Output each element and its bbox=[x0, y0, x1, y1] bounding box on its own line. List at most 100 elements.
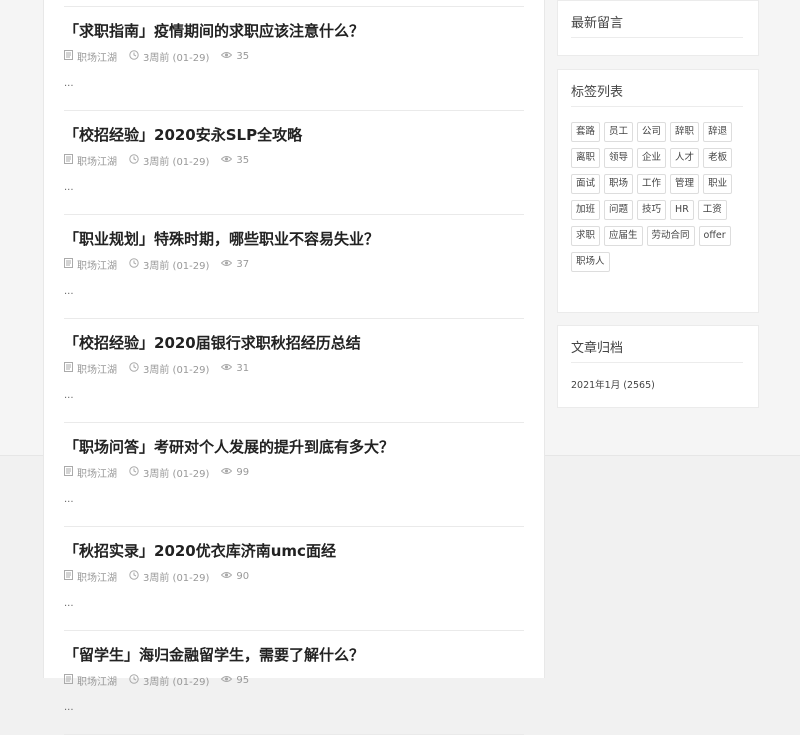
tag-link[interactable]: 老板 bbox=[703, 148, 733, 168]
eye-icon bbox=[221, 467, 236, 478]
post-item: 「留学生」海归金融留学生，需要了解什么？ 职场江湖 3周前 (01-29) 95... bbox=[64, 630, 524, 735]
post-item: 「校招经验」2020安永SLP全攻略职场江湖 3周前 (01-29) 35... bbox=[64, 110, 524, 215]
post-date-label: 3周前 (01-29) bbox=[143, 572, 210, 584]
post-date-label: 3周前 (01-29) bbox=[143, 156, 210, 168]
tag-link[interactable]: 管理 bbox=[670, 174, 700, 194]
post-date-label: 3周前 (01-29) bbox=[143, 260, 210, 272]
post-views-count: 35 bbox=[236, 154, 250, 166]
post-item: 「求职指南」疫情期间的求职应该注意什么？ 职场江湖 3周前 (01-29) 35... bbox=[64, 6, 524, 111]
tag-link[interactable]: 辞职 bbox=[670, 122, 700, 142]
post-meta: 职场江湖 3周前 (01-29) 35 bbox=[64, 49, 261, 64]
tag-link[interactable]: 劳动合同 bbox=[646, 226, 695, 246]
tag-link[interactable]: HR bbox=[670, 200, 694, 220]
post-item: 「职场问答」考研对个人发展的提升到底有多大？ 职场江湖 3周前 (01-29) 99.… bbox=[64, 422, 524, 527]
clock-icon bbox=[129, 569, 143, 583]
post-meta: 职场江湖 3周前 (01-29) 37 bbox=[64, 257, 261, 272]
post-excerpt: ... bbox=[64, 286, 74, 297]
post-title-link[interactable]: 「秋招实录」2020优衣库济南umc面经 bbox=[64, 540, 336, 561]
post-category-label: 职场江湖 bbox=[77, 52, 117, 64]
post-views-count: 37 bbox=[236, 258, 250, 270]
post-category[interactable]: 职场江湖 bbox=[64, 569, 117, 584]
tag-link[interactable]: 离职 bbox=[571, 148, 601, 168]
post-excerpt: ... bbox=[64, 390, 74, 401]
tag-link[interactable]: 加班 bbox=[571, 200, 601, 220]
post-date: 3周前 (01-29) bbox=[129, 257, 209, 272]
eye-icon bbox=[221, 675, 236, 686]
tag-link[interactable]: 技巧 bbox=[637, 200, 667, 220]
post-meta: 职场江湖 3周前 (01-29) 95 bbox=[64, 673, 261, 688]
eye-icon bbox=[221, 259, 236, 270]
post-title-link[interactable]: 「校招经验」2020安永SLP全攻略 bbox=[64, 124, 302, 145]
tag-link[interactable]: 职业 bbox=[703, 174, 733, 194]
post-title-link[interactable]: 「职业规划」特殊时期，哪些职业不容易失业？ bbox=[64, 228, 379, 249]
post-views-count: 31 bbox=[236, 362, 250, 374]
post-item: 「职业规划」特殊时期，哪些职业不容易失业？ 职场江湖 3周前 (01-29) 37..… bbox=[64, 214, 524, 319]
post-item: 「校招经验」2020届银行求职秋招经历总结职场江湖 3周前 (01-29) 31..… bbox=[64, 318, 524, 423]
category-icon bbox=[64, 673, 77, 687]
post-date-label: 3周前 (01-29) bbox=[143, 676, 210, 688]
post-meta: 职场江湖 3周前 (01-29) 90 bbox=[64, 569, 261, 584]
post-item: 「秋招实录」2020优衣库济南umc面经职场江湖 3周前 (01-29) 90... bbox=[64, 526, 524, 631]
tag-link[interactable]: 工资 bbox=[697, 200, 727, 220]
category-icon bbox=[64, 153, 77, 167]
category-icon bbox=[64, 361, 77, 375]
post-date-label: 3周前 (01-29) bbox=[143, 52, 210, 64]
post-title-link[interactable]: 「职场问答」考研对个人发展的提升到底有多大？ bbox=[64, 436, 394, 457]
category-icon bbox=[64, 257, 77, 271]
post-date-label: 3周前 (01-29) bbox=[143, 364, 210, 376]
post-category-label: 职场江湖 bbox=[77, 364, 117, 376]
post-excerpt: ... bbox=[64, 702, 74, 713]
tag-link[interactable]: 员工 bbox=[604, 122, 634, 142]
tag-link[interactable]: 辞退 bbox=[703, 122, 733, 142]
post-excerpt: ... bbox=[64, 598, 74, 609]
tag-link[interactable]: 企业 bbox=[637, 148, 667, 168]
post-views: 35 bbox=[221, 155, 249, 166]
post-category-label: 职场江湖 bbox=[77, 572, 117, 584]
post-category[interactable]: 职场江湖 bbox=[64, 153, 117, 168]
post-views-count: 90 bbox=[236, 570, 250, 582]
eye-icon bbox=[221, 571, 236, 582]
tag-link[interactable]: 公司 bbox=[637, 122, 667, 142]
post-category-label: 职场江湖 bbox=[77, 676, 117, 688]
clock-icon bbox=[129, 673, 143, 687]
widget-title-archive: 文章归档 bbox=[571, 341, 624, 356]
widget-title-tags: 标签列表 bbox=[571, 85, 624, 100]
tag-link[interactable]: 套路 bbox=[571, 122, 601, 142]
tag-link[interactable]: 问题 bbox=[604, 200, 634, 220]
category-icon bbox=[64, 49, 77, 63]
tag-link[interactable]: 职场人 bbox=[571, 252, 610, 272]
post-date: 3周前 (01-29) bbox=[129, 673, 209, 688]
tag-link[interactable]: offer bbox=[698, 226, 731, 246]
tag-link[interactable]: 领导 bbox=[604, 148, 634, 168]
eye-icon bbox=[221, 363, 236, 374]
post-category[interactable]: 职场江湖 bbox=[64, 49, 117, 64]
category-icon bbox=[64, 569, 77, 583]
tag-link[interactable]: 求职 bbox=[571, 226, 601, 246]
post-title-link[interactable]: 「校招经验」2020届银行求职秋招经历总结 bbox=[64, 332, 361, 353]
post-date: 3周前 (01-29) bbox=[129, 465, 209, 480]
post-excerpt: ... bbox=[64, 182, 74, 193]
tag-link[interactable]: 应届生 bbox=[604, 226, 643, 246]
post-category[interactable]: 职场江湖 bbox=[64, 465, 117, 480]
post-category[interactable]: 职场江湖 bbox=[64, 257, 117, 272]
tag-cloud: 套路 员工 公司 辞职 辞退离职 领导 企业 人才 老板面试 职场 工作 管理 职业加班 问题 技巧 HR 工资… bbox=[571, 122, 751, 278]
archive-link[interactable]: 2021年1月 (2565) bbox=[571, 377, 655, 391]
tag-link[interactable]: 人才 bbox=[670, 148, 700, 168]
archive-widget: 文章归档 2021年1月 (2565) bbox=[557, 325, 759, 408]
post-date: 3周前 (01-29) bbox=[129, 153, 209, 168]
post-title-link[interactable]: 「留学生」海归金融留学生，需要了解什么？ bbox=[64, 644, 364, 665]
post-title-link[interactable]: 「求职指南」疫情期间的求职应该注意什么？ bbox=[64, 20, 364, 41]
post-category[interactable]: 职场江湖 bbox=[64, 673, 117, 688]
category-icon bbox=[64, 465, 77, 479]
tag-link[interactable]: 面试 bbox=[571, 174, 601, 194]
tag-link[interactable]: 职场 bbox=[604, 174, 634, 194]
clock-icon bbox=[129, 153, 143, 167]
post-category[interactable]: 职场江湖 bbox=[64, 361, 117, 376]
post-date: 3周前 (01-29) bbox=[129, 361, 209, 376]
post-views: 31 bbox=[221, 363, 249, 374]
widget-divider bbox=[571, 37, 743, 38]
tag-link[interactable]: 工作 bbox=[637, 174, 667, 194]
post-views: 37 bbox=[221, 259, 249, 270]
post-views-count: 95 bbox=[236, 674, 250, 686]
post-views: 95 bbox=[221, 675, 249, 686]
